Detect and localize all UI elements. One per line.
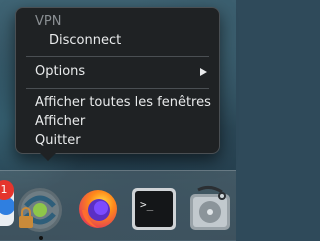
menu-pointer xyxy=(40,153,56,161)
terminal-prompt-text: >_ xyxy=(140,198,154,211)
menu-item-show[interactable]: Afficher xyxy=(35,113,219,131)
menu-item-show-all-windows[interactable]: Afficher toutes les fenêtres xyxy=(35,94,219,112)
running-indicator xyxy=(39,236,43,240)
disk-utility-icon[interactable] xyxy=(184,182,236,234)
submenu-arrow-icon xyxy=(200,68,207,76)
menu-item-disconnect[interactable]: Disconnect xyxy=(49,32,219,50)
firefox-icon[interactable] xyxy=(74,184,122,232)
menu-item-options[interactable]: Options xyxy=(35,63,213,81)
terminal-icon[interactable]: >_ xyxy=(130,186,178,232)
dock-context-menu: VPN Disconnect Options Afficher toutes l… xyxy=(15,7,220,154)
menu-separator xyxy=(26,56,209,57)
menu-header-vpn: VPN xyxy=(35,14,62,29)
vpn-client-icon[interactable] xyxy=(16,186,64,234)
menu-item-quit[interactable]: Quitter xyxy=(35,132,219,150)
menu-separator xyxy=(26,88,209,89)
menu-item-options-label: Options xyxy=(35,64,86,79)
